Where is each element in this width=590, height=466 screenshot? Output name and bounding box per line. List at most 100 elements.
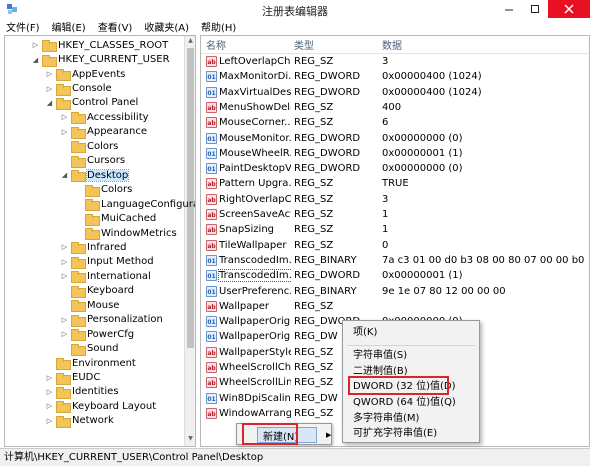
tree-item[interactable]: ◢ Control Panel: [45, 96, 138, 110]
tree-item[interactable]: ▷ Accessibility: [60, 110, 149, 125]
tree-item[interactable]: Environment: [45, 356, 136, 371]
value-row[interactable]: 01 TranscodedIm... REG_DWORD 0x00000001 (1): [201, 268, 589, 283]
value-row[interactable]: abLeftOverlapCh...REG_SZ 3: [201, 54, 589, 69]
expand-arrow-icon[interactable]: ▷: [45, 402, 54, 410]
tree-item[interactable]: ◢ Desktop: [60, 168, 130, 183]
value-row[interactable]: 01 UserPreferenc... REG_BINARY 9e 1e 07 80 …: [201, 284, 589, 299]
menu-view[interactable]: 查看(V): [98, 19, 133, 34]
expand-arrow-icon[interactable]: ▷: [31, 41, 40, 49]
value-name-cell: ab WallpaperStyle: [206, 345, 291, 360]
column-data-header[interactable]: 数据: [382, 37, 402, 52]
expand-arrow-icon[interactable]: ▷: [60, 128, 69, 136]
submenu-key[interactable]: 项(K): [353, 326, 377, 340]
tree-item[interactable]: ▷ EUDC: [45, 370, 100, 385]
folder-icon: [42, 54, 57, 67]
submenu-string-value[interactable]: 字符串值(S): [353, 349, 407, 363]
expand-arrow-icon[interactable]: ▷: [45, 417, 54, 425]
expand-arrow-icon[interactable]: ▷: [60, 316, 69, 324]
tree-scrollbar[interactable]: ▲ ▼: [184, 36, 195, 446]
expand-arrow-icon[interactable]: ▷: [45, 85, 54, 93]
tree-item[interactable]: Colors: [60, 139, 119, 154]
value-row[interactable]: 01 MouseWheelR... REG_DWORD 0x00000001 (1): [201, 146, 589, 161]
tree-item-label: Environment: [72, 357, 136, 369]
value-name: TranscodedIm...: [219, 254, 291, 266]
scroll-down-icon[interactable]: ▼: [186, 435, 195, 445]
tree-item[interactable]: ▷ International: [60, 269, 151, 284]
maximize-button[interactable]: [522, 0, 548, 18]
value-name-cell: abWheelScrollLin...: [206, 375, 291, 390]
value-name-cell: abRightOverlapC...: [206, 192, 291, 207]
tree-item[interactable]: WindowMetrics: [74, 226, 177, 241]
tree-item[interactable]: ▷ Infrared: [60, 240, 126, 255]
window-controls: [496, 0, 590, 18]
collapse-arrow-icon[interactable]: ◢: [45, 99, 54, 107]
expand-arrow-icon[interactable]: ▷: [60, 258, 69, 266]
value-row[interactable]: ab Pattern Upgra... REG_SZ TRUE: [201, 176, 589, 191]
expand-arrow-icon[interactable]: ▷: [45, 374, 54, 382]
collapse-arrow-icon[interactable]: ◢: [31, 56, 40, 64]
submenu-multistring-value[interactable]: 多字符串值(M): [353, 412, 419, 426]
registry-tree[interactable]: ▲ ▼ ▷ HKEY_CLASSES_ROOT ◢ HKEY_CURRENT_USER…: [4, 35, 196, 447]
tree-item[interactable]: ▷ Keyboard Layout: [45, 399, 156, 414]
tree-item[interactable]: ▷ Identities: [45, 385, 119, 399]
submenu-qword-value[interactable]: QWORD (64 位)值(Q): [353, 396, 456, 410]
value-row[interactable]: abMenuShowDelayREG_SZ 400: [201, 100, 589, 115]
folder-icon: [71, 300, 86, 313]
tree-item[interactable]: ▷ Console: [45, 81, 112, 96]
value-row[interactable]: 01PaintDesktopV...REG_DWORD 0x00000000 (0…: [201, 161, 589, 176]
expand-arrow-icon[interactable]: ▷: [45, 70, 54, 78]
column-name-header[interactable]: 名称: [206, 37, 226, 52]
tree-item[interactable]: Sound: [60, 341, 119, 356]
value-name: MenuShowDelay: [219, 101, 291, 113]
tree-item[interactable]: ▷ Personalization: [60, 313, 163, 327]
tree-item[interactable]: ▷ PowerCfg: [60, 327, 134, 342]
tree-item[interactable]: ▷ Appearance: [60, 125, 147, 139]
value-row[interactable]: ab MouseCorner... REG_SZ 6: [201, 115, 589, 130]
tree-item[interactable]: MuiCached: [74, 211, 156, 226]
value-type: REG_DWORD: [294, 71, 361, 83]
tree-item[interactable]: Mouse: [60, 298, 119, 313]
tree-item[interactable]: LanguageConfiguratio: [74, 197, 195, 212]
value-row[interactable]: abRightOverlapC...REG_SZ 3: [201, 192, 589, 207]
close-button[interactable]: [548, 0, 590, 18]
submenu-expandable-string-value[interactable]: 可扩充字符串值(E): [353, 427, 437, 441]
value-row[interactable]: 01 MouseMonitor... REG_DWORD 0x00000000 (0): [201, 131, 589, 146]
tree-item-label: Identities: [72, 386, 119, 398]
tree-item[interactable]: Keyboard: [60, 284, 134, 298]
menu-help[interactable]: 帮助(H): [201, 19, 236, 34]
menu-file[interactable]: 文件(F): [6, 19, 40, 34]
value-row[interactable]: ab TileWallpaper REG_SZ 0: [201, 238, 589, 253]
string-value-icon: ab: [206, 362, 217, 373]
value-row[interactable]: ab SnapSizing REG_SZ 1: [201, 222, 589, 237]
value-row[interactable]: 01 TranscodedIm... REG_BINARY 7a c3 01 00 d…: [201, 253, 589, 268]
value-row[interactable]: ab Wallpaper REG_SZ: [201, 299, 589, 314]
expand-arrow-icon[interactable]: ▷: [60, 272, 69, 280]
tree-item[interactable]: ▷ Network: [45, 414, 114, 428]
binary-value-icon: 01: [206, 270, 217, 282]
value-row[interactable]: 01MaxVirtualDes...REG_DWORD 0x00000400 (1…: [201, 85, 589, 100]
value-name-cell: 01WallpaperOrig...: [206, 329, 291, 344]
tree-item[interactable]: ◢ HKEY_CURRENT_USER: [31, 52, 170, 67]
folder-icon: [71, 170, 86, 183]
expand-arrow-icon[interactable]: ▷: [60, 243, 69, 251]
binary-value-icon: 01: [206, 86, 217, 98]
tree-item[interactable]: ▷ HKEY_CLASSES_ROOT: [31, 38, 168, 53]
expand-arrow-icon[interactable]: ▷: [60, 330, 69, 338]
tree-item[interactable]: Colors: [74, 183, 132, 197]
tree-item[interactable]: ▷ Input Method: [60, 255, 154, 269]
menu-edit[interactable]: 编辑(E): [52, 19, 86, 34]
scroll-up-icon[interactable]: ▲: [186, 37, 195, 47]
column-type-header[interactable]: 类型: [294, 37, 314, 52]
value-row[interactable]: 01 MaxMonitorDi... REG_DWORD 0x00000400 (10…: [201, 69, 589, 84]
value-row[interactable]: abScreenSaveActi...REG_SZ 1: [201, 207, 589, 222]
expand-arrow-icon[interactable]: ▷: [60, 113, 69, 121]
submenu-arrow-icon: ▶: [326, 431, 332, 439]
collapse-arrow-icon[interactable]: ◢: [60, 171, 69, 179]
tree-item[interactable]: ▷ AppEvents: [45, 67, 125, 82]
tree-item[interactable]: Cursors: [60, 154, 125, 168]
menu-favorites[interactable]: 收藏夹(A): [144, 19, 189, 34]
expand-arrow-icon[interactable]: ▷: [45, 388, 54, 396]
tree-item-label: Colors: [87, 140, 119, 152]
minimize-button[interactable]: [496, 0, 522, 18]
value-name: MouseWheelR...: [219, 147, 291, 159]
